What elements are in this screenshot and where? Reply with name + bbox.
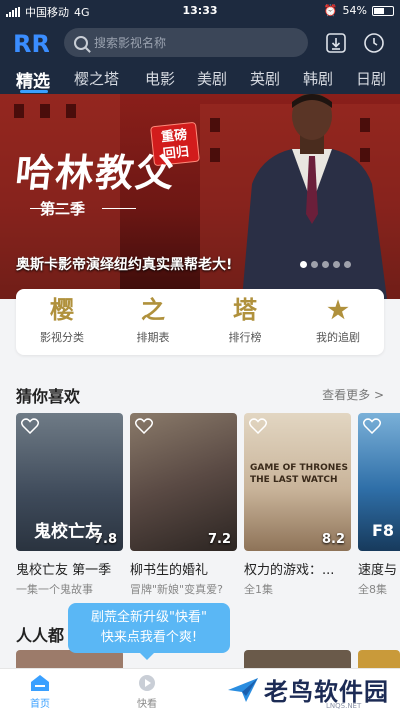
show-title: 权力的游戏：...: [244, 563, 335, 578]
show-poster: GAME OF THRONES THE LAST WATCH 8.2: [244, 413, 351, 551]
rating-score: 7.8: [93, 532, 117, 547]
quick-nav-label: 我的追剧: [316, 331, 360, 344]
ranking-icon: 塔: [233, 295, 257, 324]
quick-nav-my-shows[interactable]: ★ 我的追剧: [303, 295, 373, 345]
tab-uk-drama[interactable]: 英剧: [250, 68, 280, 89]
section-title: 猜你喜欢: [16, 387, 81, 406]
favorite-icon[interactable]: [21, 418, 39, 434]
banner-season: 第二季: [40, 200, 86, 218]
battery-percent: 54%: [342, 4, 367, 17]
category-tabs: 精选 樱之塔 电影 美剧 英剧 韩剧 日剧: [0, 64, 400, 94]
carousel-dot[interactable]: [322, 261, 329, 268]
show-card[interactable]: 7.2 柳书生的婚礼 冒牌"新娘"变真爱?: [130, 413, 237, 597]
show-title: 鬼校亡友 第一季: [16, 563, 112, 578]
show-card[interactable]: GAME OF THRONES THE LAST WATCH 8.2 权力的游戏…: [244, 413, 351, 597]
tab-korean-drama[interactable]: 韩剧: [303, 68, 333, 89]
banner-window: [210, 148, 220, 162]
active-tab-indicator: [20, 90, 48, 93]
favorite-icon[interactable]: [249, 418, 267, 434]
history-icon[interactable]: [363, 32, 385, 54]
tab-sakura-tower[interactable]: 樱之塔: [74, 68, 119, 89]
favorite-icon[interactable]: [363, 418, 381, 434]
bird-logo-icon: [228, 678, 258, 702]
quick-nav-categories[interactable]: 樱 影视分类: [27, 295, 97, 345]
carousel-dot[interactable]: [344, 261, 351, 268]
search-icon: [74, 35, 88, 50]
favorite-icon[interactable]: [135, 418, 153, 434]
schedule-icon: 之: [141, 295, 165, 324]
carousel-dot[interactable]: [311, 261, 318, 268]
home-icon: [31, 675, 49, 691]
carousel-dot[interactable]: [333, 261, 340, 268]
quick-nav-schedule[interactable]: 之 排期表: [118, 295, 188, 345]
show-poster-peek[interactable]: [244, 650, 351, 668]
banner-window: [66, 104, 76, 118]
alarm-icon: ⏰: [323, 4, 338, 17]
nav-kuaikan[interactable]: 快看: [117, 673, 177, 710]
nav-home[interactable]: 首页: [10, 673, 70, 710]
banner-title: 哈林教父: [13, 150, 179, 195]
tooltip-line-2: 快来点我看个爽!: [100, 630, 198, 645]
kuaikan-icon: [139, 675, 155, 691]
tab-japanese-drama[interactable]: 日剧: [356, 68, 386, 89]
banner-window: [14, 104, 24, 118]
rating-score: 8.2: [321, 532, 345, 547]
watermark: 老鸟软件园 LNQS.NET: [226, 672, 400, 711]
banner-window: [210, 118, 220, 132]
watermark-subtext: LNQS.NET: [326, 702, 362, 710]
banner-window: [40, 104, 50, 118]
banner-caption: 奥斯卡影帝演绎纽约真实黑帮老大!: [16, 257, 233, 273]
quick-nav-label: 影视分类: [40, 331, 84, 344]
nav-label: 首页: [30, 699, 50, 710]
quick-nav: 樱 影视分类 之 排期表 塔 排行榜 ★ 我的追剧: [16, 289, 384, 355]
app-logo[interactable]: RR: [13, 28, 49, 58]
search-bar[interactable]: [64, 28, 308, 57]
view-more-link[interactable]: 查看更多 >: [322, 386, 384, 403]
show-title: 柳书生的婚礼: [130, 563, 209, 578]
show-title: 速度与: [358, 563, 398, 578]
show-poster: 鬼校亡友 7.8: [16, 413, 123, 551]
hero-banner[interactable]: 重磅 回归 哈林教父 第二季 奥斯卡影帝演绎纽约真实黑帮老大!: [0, 94, 400, 299]
tab-featured[interactable]: 精选: [16, 67, 50, 92]
poster-title: F8: [372, 521, 395, 540]
battery-icon: [372, 5, 394, 16]
banner-actor-figure: [242, 94, 387, 299]
carousel-dot-active[interactable]: [300, 261, 307, 268]
section-title: 人人都: [16, 626, 65, 645]
quick-nav-label: 排行榜: [228, 331, 262, 344]
poster-title: GAME OF THRONES: [250, 463, 348, 473]
show-subtitle: 冒牌"新娘"变真爱?: [130, 583, 223, 596]
season-divider-right: [102, 208, 136, 209]
show-subtitle: 一集一个鬼故事: [16, 583, 93, 596]
show-poster: F8: [358, 413, 400, 551]
star-icon: ★: [327, 295, 349, 324]
show-card[interactable]: 鬼校亡友 7.8 鬼校亡友 第一季 一集一个鬼故事: [16, 413, 123, 597]
status-bar: 中国移动 4G 13:33 ⏰ 54%: [0, 0, 400, 22]
show-subtitle: 全1集: [244, 583, 273, 596]
carousel-dots: [300, 261, 351, 268]
show-card[interactable]: F8 速度与 全8集: [358, 413, 400, 597]
tab-us-drama[interactable]: 美剧: [197, 68, 227, 89]
kuaikan-tooltip[interactable]: 剧荒全新升级"快看" 快来点我看个爽!: [68, 603, 230, 660]
poster-title: 鬼校亡友: [34, 522, 102, 542]
top-header: RR: [0, 22, 400, 64]
tab-movies[interactable]: 电影: [145, 68, 175, 89]
quick-nav-ranking[interactable]: 塔 排行榜: [210, 295, 280, 345]
search-input[interactable]: [94, 35, 294, 50]
logo-text: RR: [13, 30, 49, 58]
show-poster: 7.2: [130, 413, 237, 551]
show-poster-peek[interactable]: [358, 650, 400, 668]
quick-nav-label: 排期表: [136, 331, 170, 344]
category-icon: 樱: [50, 295, 74, 324]
rating-score: 7.2: [207, 532, 231, 547]
download-icon[interactable]: [325, 32, 347, 54]
show-subtitle: 全8集: [358, 583, 387, 596]
nav-label: 快看: [137, 699, 157, 710]
poster-subtitle: THE LAST WATCH: [250, 475, 338, 485]
tooltip-line-1: 剧荒全新升级"快看": [91, 610, 207, 625]
